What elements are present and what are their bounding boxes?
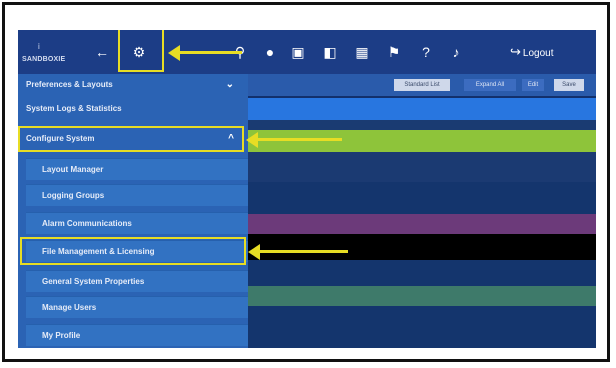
content-band xyxy=(248,182,596,214)
sidebar-item-label: My Profile xyxy=(42,331,81,340)
circle-icon[interactable]: ● xyxy=(260,42,280,62)
settings-sidebar: Preferences & Layouts ⌄ System Logs & St… xyxy=(18,74,248,348)
sidebar-item-label: Layout Manager xyxy=(42,165,104,174)
sidebar-item-alarm-communications[interactable]: Alarm Communications xyxy=(26,212,248,234)
content-band xyxy=(248,152,596,182)
sidebar-item-label: Alarm Communications xyxy=(42,219,132,228)
sidebar-item-label: Logging Groups xyxy=(42,191,105,200)
content-panel: Standard List Expand All Edit Save xyxy=(248,74,596,348)
configure-system-highlight-box xyxy=(18,126,244,152)
bell-icon[interactable]: ♪ xyxy=(446,42,466,62)
content-band xyxy=(248,130,596,152)
brand-name: SANDBOXIE xyxy=(22,56,66,63)
sidebar-item-general-properties[interactable]: General System Properties xyxy=(26,270,248,292)
tag-icon[interactable]: ⚑ xyxy=(384,42,404,62)
chevron-down-icon[interactable]: ⌄ xyxy=(226,74,234,96)
content-band xyxy=(248,286,596,306)
content-band xyxy=(248,306,596,348)
sidebar-item-system-logs[interactable]: System Logs & Statistics xyxy=(18,98,248,120)
top-toolbar: i SANDBOXIE ← ⚙ ⚲ ● ▣ ◧ ▦ ⚑ ? ♪ ↪Logout xyxy=(18,30,596,74)
sidebar-item-layout-manager[interactable]: Layout Manager xyxy=(26,158,248,180)
logout-button[interactable]: ↪ Logout xyxy=(510,42,554,64)
logout-label: Logout xyxy=(522,48,554,59)
sidebar-item-logging-groups[interactable]: Logging Groups xyxy=(26,184,248,206)
panel-icon[interactable]: ◧ xyxy=(320,42,340,62)
content-toolbar: Standard List Expand All Edit Save xyxy=(248,74,596,96)
logout-icon: ↪ xyxy=(510,44,521,59)
sidebar-item-label: System Logs & Statistics xyxy=(26,104,122,113)
sidebar-item-label: Manage Users xyxy=(42,303,97,312)
configure-arrow-line xyxy=(256,138,342,141)
content-band xyxy=(248,214,596,234)
sidebar-item-my-profile[interactable]: My Profile xyxy=(26,324,248,346)
save-button[interactable]: Save xyxy=(554,79,584,91)
content-band xyxy=(248,98,596,120)
expand-all-button[interactable]: Expand All xyxy=(464,79,516,91)
sidebar-item-label: General System Properties xyxy=(42,277,145,286)
app-window: i SANDBOXIE ← ⚙ ⚲ ● ▣ ◧ ▦ ⚑ ? ♪ ↪Logout … xyxy=(18,30,596,348)
file-management-highlight-box xyxy=(20,237,246,265)
content-band xyxy=(248,120,596,130)
content-band xyxy=(248,260,596,286)
edit-button[interactable]: Edit xyxy=(522,79,544,91)
gear-highlight-box xyxy=(118,30,164,72)
brand-mark: i xyxy=(38,42,40,51)
file-management-arrow-line xyxy=(258,250,348,253)
back-arrow-icon[interactable]: ← xyxy=(92,42,112,62)
sidebar-item-label: Preferences & Layouts xyxy=(26,80,113,89)
content-band xyxy=(248,234,596,260)
brand-logo: i SANDBOXIE xyxy=(22,42,82,68)
sidebar-item-preferences[interactable]: Preferences & Layouts ⌄ xyxy=(18,74,248,96)
toolbar-arrow-line xyxy=(178,51,242,54)
standard-list-button[interactable]: Standard List xyxy=(394,79,450,91)
grid-icon[interactable]: ▦ xyxy=(352,42,372,62)
sidebar-item-manage-users[interactable]: Manage Users xyxy=(26,296,248,318)
calendar-icon[interactable]: ▣ xyxy=(288,42,308,62)
help-icon[interactable]: ? xyxy=(416,42,436,62)
